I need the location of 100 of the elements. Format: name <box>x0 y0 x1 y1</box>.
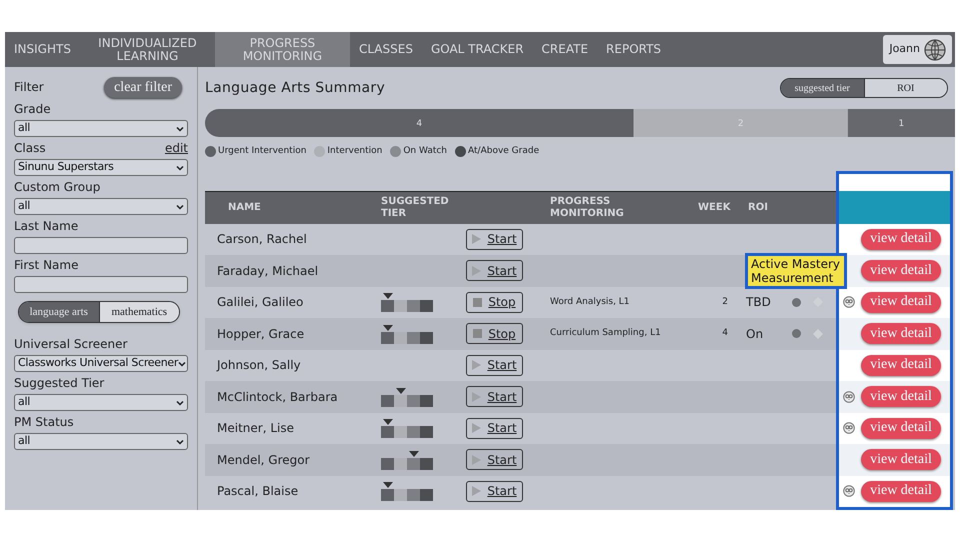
nav-tab[interactable]: INDIVIDUALIZED LEARNING <box>80 32 215 67</box>
chevron-icon <box>176 126 184 132</box>
play-icon <box>472 266 482 276</box>
view-detail-button[interactable]: view detail <box>861 292 941 313</box>
tier-swatch <box>394 458 407 470</box>
dropdown[interactable]: Classworks Universal Screener <box>14 355 188 372</box>
tier-swatch <box>407 426 420 438</box>
student-name[interactable]: Mendel, Gregor <box>217 450 381 469</box>
student-name[interactable]: Galilei, Galileo <box>217 293 381 312</box>
column-header: ROI <box>748 202 769 214</box>
tier-swatch <box>381 394 394 407</box>
dropdown[interactable]: all <box>14 433 188 450</box>
tooltip: Active Mastery Measurement <box>745 253 847 289</box>
tier-swatch <box>394 426 407 438</box>
column-header: WEEK <box>698 202 732 214</box>
tier-swatch <box>420 489 433 502</box>
summary-title: Language Arts Summary <box>205 78 386 98</box>
bar-value-label: 4 <box>416 119 422 130</box>
tier-swatch <box>381 426 394 438</box>
tier-swatch <box>407 489 420 502</box>
view-tab[interactable]: ROI <box>864 79 947 98</box>
subject-tab[interactable]: mathematics <box>100 302 179 322</box>
field-label: Custom Group <box>14 179 100 196</box>
view-detail-button[interactable]: view detail <box>861 323 941 344</box>
chevron-icon <box>176 204 184 210</box>
nav-tab[interactable]: REPORTS <box>597 32 670 67</box>
view-tab[interactable]: suggested tier <box>781 79 864 98</box>
input-field[interactable] <box>14 276 188 293</box>
input-field[interactable] <box>14 237 188 254</box>
monitoring-button[interactable]: Start <box>466 260 523 282</box>
nav-tab[interactable]: CREATE <box>532 32 598 67</box>
monitoring-text: Curriculum Sampling, L1 <box>550 327 662 340</box>
student-name[interactable]: McClintock, Barbara <box>217 388 381 406</box>
student-name[interactable]: Pascal, Blaise <box>217 482 381 500</box>
roi-cell-text: TBD <box>746 294 772 312</box>
legend-label: On Watch <box>403 145 448 158</box>
dropdown[interactable]: all <box>14 394 188 411</box>
week-cell-text: 2 <box>721 296 728 308</box>
view-detail-button[interactable]: view detail <box>861 449 941 470</box>
tier-swatch <box>394 394 407 407</box>
monitoring-button[interactable]: Start <box>466 354 523 376</box>
globe-icon <box>924 38 946 60</box>
dropdown[interactable]: Sinunu Superstars <box>14 159 188 176</box>
diamond-icon <box>813 328 823 339</box>
field-label: PM Status <box>14 414 74 431</box>
play-icon <box>472 486 482 496</box>
monitoring-button[interactable]: Stop <box>466 292 523 313</box>
column-header[interactable]: NAME <box>228 202 381 214</box>
column-header: PROGRESS MONITORING <box>550 196 625 220</box>
dropdown[interactable]: all <box>14 120 188 137</box>
tier-swatch <box>381 489 394 502</box>
monitoring-text: Word Analysis, L1 <box>550 296 631 308</box>
column-header: SUGGESTED TIER <box>381 196 450 220</box>
tier-swatch <box>407 300 420 312</box>
field-label: Grade <box>14 101 51 118</box>
monitoring-button[interactable]: Start <box>466 480 523 502</box>
view-detail-button[interactable]: view detail <box>861 354 941 376</box>
clear-filter-button[interactable]: clear filter <box>104 76 182 98</box>
chevron-icon <box>176 438 184 444</box>
dropdown[interactable]: all <box>14 198 188 215</box>
filter-title: Filter <box>14 79 44 96</box>
tier-swatch <box>381 300 394 312</box>
edit-link[interactable]: edit <box>164 139 188 157</box>
tier-swatch <box>420 458 433 470</box>
student-name[interactable]: Meitner, Lise <box>217 419 381 438</box>
chevron-icon <box>178 360 186 366</box>
view-detail-button[interactable]: view detail <box>861 418 941 439</box>
view-detail-button[interactable]: view detail <box>861 386 941 408</box>
view-detail-button[interactable]: view detail <box>861 480 941 502</box>
monitoring-button[interactable]: Start <box>466 418 523 439</box>
play-icon <box>472 360 482 370</box>
field-label: Universal Screener <box>14 336 128 353</box>
nav-tab[interactable]: CLASSES <box>350 32 422 67</box>
tier-swatch <box>407 394 420 407</box>
view-detail-button[interactable]: view detail <box>861 260 941 282</box>
student-name[interactable]: Faraday, Michael <box>217 262 381 280</box>
field-label: Last Name <box>14 218 78 235</box>
monitoring-button[interactable]: Start <box>466 449 523 470</box>
chevron-icon <box>176 400 184 406</box>
play-icon <box>472 454 482 465</box>
tier-swatch <box>420 332 433 344</box>
student-name[interactable]: Hopper, Grace <box>217 324 381 343</box>
field-label: First Name <box>14 257 78 274</box>
subject-tab[interactable]: language arts <box>19 302 100 322</box>
student-name[interactable]: Johnson, Sally <box>217 356 381 374</box>
tier-swatch <box>407 332 420 344</box>
tier-swatch <box>394 332 407 344</box>
user-button[interactable]: Joann <box>883 35 952 64</box>
student-name[interactable]: Carson, Rachel <box>217 230 381 248</box>
tier-swatch <box>420 394 433 407</box>
stop-icon <box>473 329 482 338</box>
monitoring-button[interactable]: Start <box>466 228 523 250</box>
tier-swatch <box>394 489 407 502</box>
view-detail-button[interactable]: view detail <box>861 228 941 250</box>
nav-tab[interactable]: GOAL TRACKER <box>422 32 533 67</box>
nav-tab[interactable]: INSIGHTS <box>5 32 80 67</box>
monitoring-button[interactable]: Start <box>466 386 523 408</box>
tier-swatch <box>420 426 433 438</box>
tier-swatch <box>394 300 407 312</box>
monitoring-button[interactable]: Stop <box>466 323 523 344</box>
